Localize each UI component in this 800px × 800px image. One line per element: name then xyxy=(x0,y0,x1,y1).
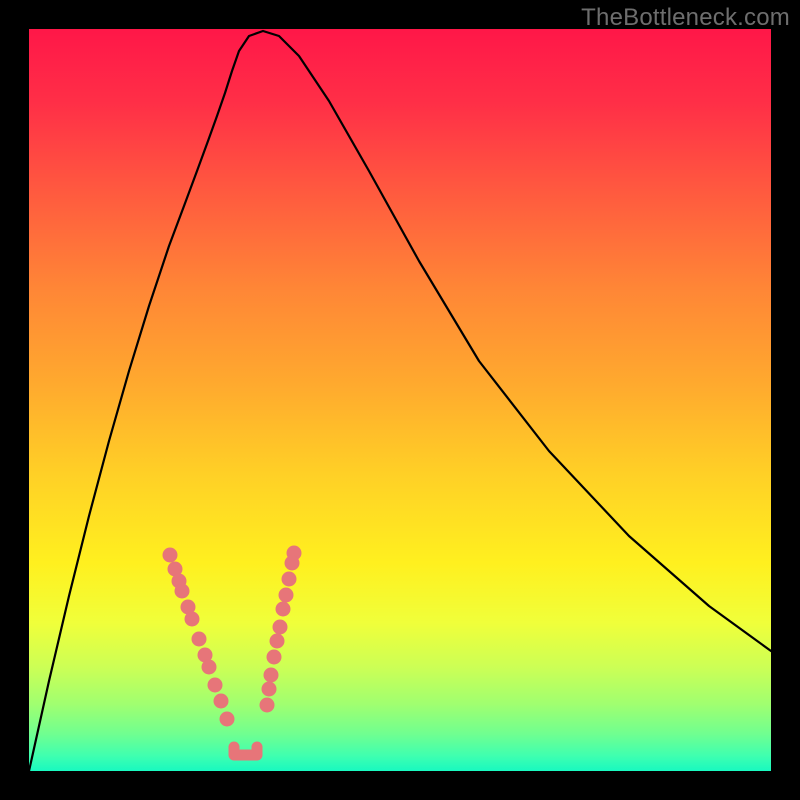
data-dot xyxy=(264,668,279,683)
data-dot xyxy=(260,698,275,713)
minimum-bracket xyxy=(234,747,257,755)
data-dot xyxy=(262,682,277,697)
data-dot xyxy=(285,556,300,571)
bottleneck-curve xyxy=(29,31,771,771)
data-dot xyxy=(282,572,297,587)
curve-dots-right xyxy=(260,546,302,713)
curve-dots-left xyxy=(163,548,235,727)
watermark-text: TheBottleneck.com xyxy=(581,4,790,32)
data-dot xyxy=(267,650,282,665)
chart-frame xyxy=(29,29,771,771)
data-dot xyxy=(175,584,190,599)
data-dot xyxy=(163,548,178,563)
data-dot xyxy=(220,712,235,727)
data-dot xyxy=(192,632,207,647)
data-dot xyxy=(276,602,291,617)
data-dot xyxy=(214,694,229,709)
data-dot xyxy=(208,678,223,693)
data-dot xyxy=(273,620,288,635)
chart-svg xyxy=(29,29,771,771)
data-dot xyxy=(270,634,285,649)
data-dot xyxy=(279,588,294,603)
data-dot xyxy=(185,612,200,627)
data-dot xyxy=(202,660,217,675)
